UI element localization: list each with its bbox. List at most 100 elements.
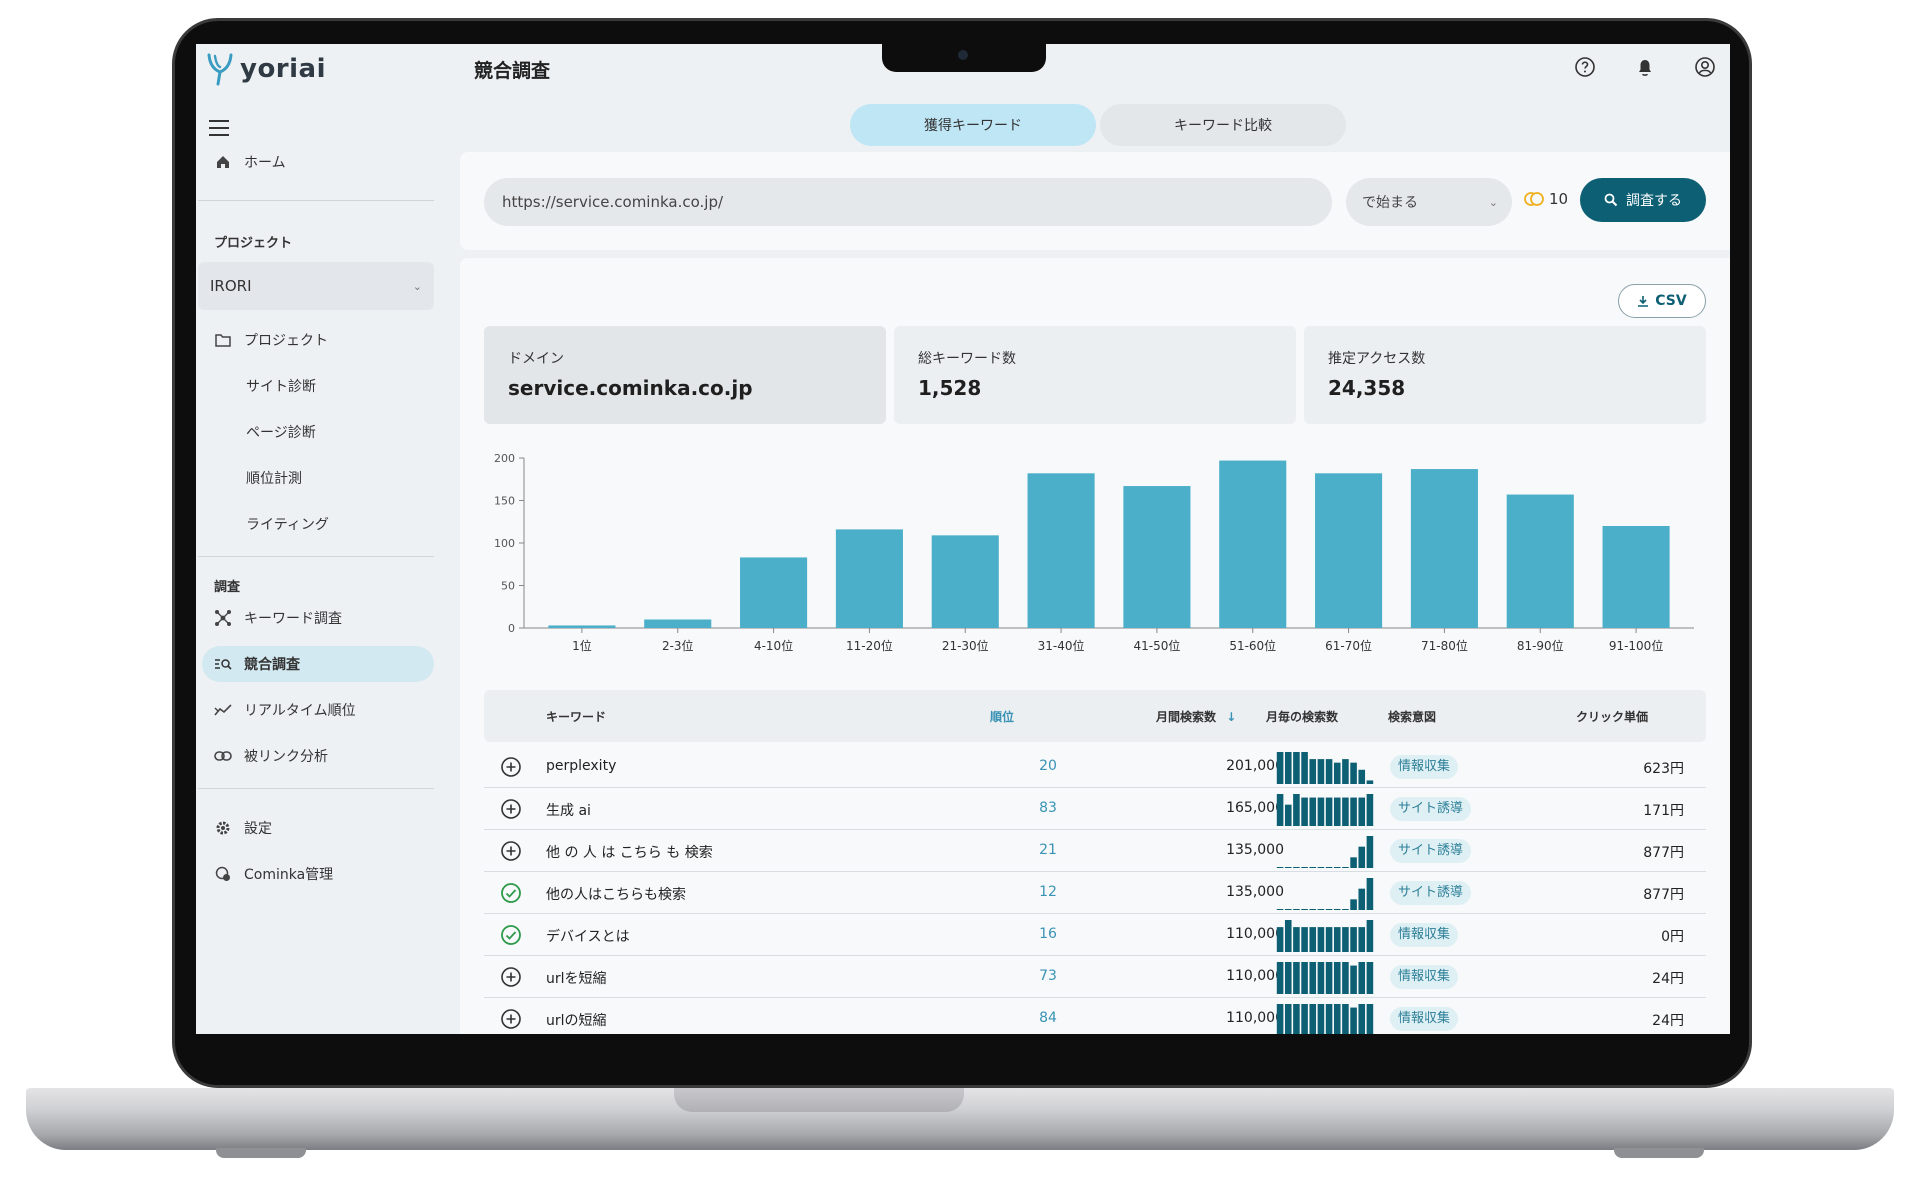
bar — [1315, 473, 1383, 628]
chevron-down-icon: ⌄ — [412, 279, 422, 293]
help-icon[interactable] — [1574, 56, 1596, 78]
account-icon[interactable] — [1694, 56, 1716, 78]
x-tick-label: 51-60位 — [1229, 638, 1276, 653]
bar — [1410, 469, 1478, 628]
add-circle-icon[interactable] — [500, 756, 522, 778]
sparkline-bar — [1358, 769, 1366, 784]
bar — [1027, 473, 1095, 628]
logo[interactable]: yoriai — [206, 52, 326, 86]
sidebar-item-settings[interactable]: 設定 — [202, 810, 434, 846]
table-row[interactable]: 他 の 人 は こちら も 検索 21 135,000 サイト誘導 877円 — [484, 830, 1706, 872]
header-volume[interactable]: 月間検索数 ↓ — [1156, 708, 1236, 725]
sparkline-bar — [1358, 962, 1366, 994]
table-row[interactable]: デバイスとは 16 110,000 情報収集 0円 — [484, 914, 1706, 956]
menu-icon[interactable] — [209, 120, 229, 136]
sidebar-item-page-audit[interactable]: ページ診断 — [202, 414, 434, 450]
header-keyword[interactable]: キーワード — [546, 708, 606, 725]
sidebar-item-home[interactable]: ホーム — [202, 144, 434, 180]
sparkline-bar — [1325, 909, 1333, 910]
sparkline-bar — [1276, 962, 1284, 994]
sparkline-bar — [1325, 962, 1333, 994]
volume-cell: 135,000 — [1226, 842, 1284, 858]
monthly-trend-sparkline — [1276, 920, 1374, 952]
tab-acquired-keywords[interactable]: 獲得キーワード — [850, 104, 1096, 146]
sparkline-bar — [1358, 927, 1366, 952]
divider — [198, 788, 434, 789]
sidebar-item-competitor-research[interactable]: 競合調査 — [202, 646, 434, 682]
bar — [1506, 494, 1574, 628]
search-button[interactable]: 調査する — [1580, 178, 1706, 222]
tab-keyword-comparison[interactable]: キーワード比較 — [1100, 104, 1346, 146]
table-row[interactable]: urlを短縮 73 110,000 情報収集 24円 — [484, 956, 1706, 998]
sparkline-bar — [1358, 888, 1366, 910]
url-input[interactable] — [484, 178, 1332, 226]
sidebar-item-label: ページ診断 — [246, 425, 316, 441]
sparkline-bar — [1293, 867, 1300, 868]
add-circle-icon[interactable] — [500, 798, 522, 820]
sparkline-bar — [1276, 927, 1284, 952]
volume-cell: 110,000 — [1226, 968, 1284, 984]
cpc-cell: 24円 — [1652, 971, 1684, 987]
rank-cell: 12 — [1039, 884, 1057, 900]
add-circle-icon[interactable] — [500, 1008, 522, 1030]
header-cpc[interactable]: クリック単価 — [1576, 708, 1648, 725]
table-row[interactable]: 生成 ai 83 165,000 サイト誘導 171円 — [484, 788, 1706, 830]
sidebar-item-realtime-rank[interactable]: リアルタイム順位 — [202, 692, 434, 728]
sparkline-bar — [1317, 962, 1325, 994]
sparkline-bar — [1342, 909, 1349, 910]
table-row[interactable]: 他の人はこちらも検索 12 135,000 サイト誘導 877円 — [484, 872, 1706, 914]
add-circle-icon[interactable] — [500, 840, 522, 862]
sparkline-bar — [1333, 1004, 1341, 1034]
sparkline-bar — [1350, 857, 1357, 868]
header-intent[interactable]: 検索意図 — [1388, 708, 1436, 725]
sparkline-bar — [1333, 962, 1341, 994]
header-rank[interactable]: 順位 — [990, 708, 1014, 725]
sparkline-bar — [1293, 752, 1300, 784]
credit-counter: 10 — [1524, 190, 1568, 208]
sparkline-bar — [1317, 867, 1325, 868]
x-tick-label: 41-50位 — [1133, 638, 1180, 653]
check-circle-icon[interactable] — [500, 882, 522, 904]
table-row[interactable]: perplexity 20 201,000 情報収集 623円 — [484, 746, 1706, 788]
app-screen: yoriai ホーム プロジェクト IRORI ⌄ プロジェクト サイト診断 ペ… — [196, 44, 1730, 1034]
sparkline-bar — [1293, 909, 1300, 910]
sidebar-item-backlinks[interactable]: 被リンク分析 — [202, 738, 434, 774]
rank-cell: 73 — [1039, 968, 1057, 984]
sidebar-item-keyword-research[interactable]: キーワード調査 — [202, 600, 434, 636]
bar — [1602, 526, 1670, 628]
bar — [644, 619, 712, 628]
sparkline-bar — [1293, 962, 1300, 994]
sparkline-bar — [1284, 1004, 1292, 1034]
sidebar-item-label: 競合調査 — [244, 657, 300, 673]
table-row[interactable]: urlの短縮 84 110,000 情報収集 24円 — [484, 998, 1706, 1034]
sidebar-item-site-audit[interactable]: サイト診断 — [202, 368, 434, 404]
monthly-trend-sparkline — [1276, 878, 1374, 910]
stat-label: 総キーワード数 — [918, 351, 1016, 367]
y-tick-label: 150 — [494, 495, 515, 508]
credit-count: 10 — [1549, 190, 1569, 208]
x-tick-label: 21-30位 — [942, 638, 989, 653]
sparkline-bar — [1301, 1004, 1308, 1034]
sidebar-item-projects[interactable]: プロジェクト — [202, 322, 434, 358]
add-circle-icon[interactable] — [500, 966, 522, 988]
sidebar-item-admin[interactable]: Cominka管理 — [202, 856, 434, 892]
csv-download-button[interactable]: CSV — [1618, 284, 1706, 318]
logo-text: yoriai — [240, 54, 327, 84]
match-type-select[interactable]: で始まる ⌄ — [1346, 178, 1512, 226]
sidebar-item-label: 設定 — [244, 821, 272, 837]
stat-value: service.cominka.co.jp — [508, 376, 753, 400]
home-icon — [214, 153, 232, 171]
divider — [198, 556, 434, 557]
sparkline-bar — [1350, 899, 1357, 910]
sidebar-item-writing[interactable]: ライティング — [202, 506, 434, 542]
bell-icon[interactable] — [1634, 56, 1656, 78]
bar — [835, 529, 903, 628]
check-circle-icon[interactable] — [500, 924, 522, 946]
sidebar-item-label: 被リンク分析 — [244, 749, 328, 765]
sidebar-item-rank-tracking[interactable]: 順位計測 — [202, 460, 434, 496]
project-select[interactable]: IRORI ⌄ — [198, 262, 434, 310]
sparkline-bar — [1342, 962, 1349, 994]
cpc-cell: 24円 — [1652, 1013, 1684, 1029]
sparkline-bar — [1325, 867, 1333, 868]
volume-cell: 165,000 — [1226, 800, 1284, 816]
